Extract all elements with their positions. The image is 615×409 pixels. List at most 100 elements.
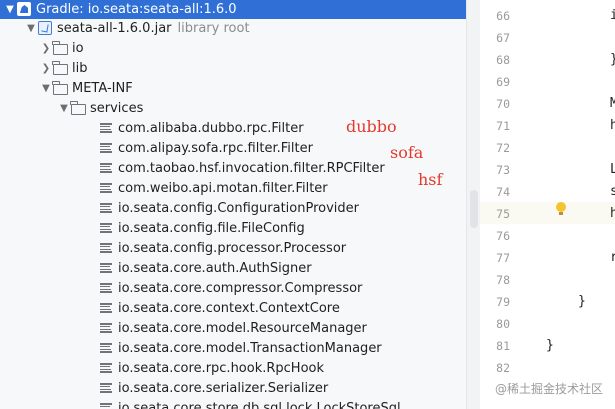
tree-file-label: io.seata.core.model.ResourceManager xyxy=(118,320,367,336)
text-file-icon xyxy=(98,360,114,376)
code-fragment: M xyxy=(610,96,615,111)
line-number: 81 xyxy=(496,339,510,353)
tree-file[interactable]: io.seata.core.store.db.sql.lock.LockStor… xyxy=(0,398,466,409)
line-number: 66 xyxy=(496,9,510,23)
tree-file-label: io.seata.config.file.FileConfig xyxy=(118,220,305,236)
tree-node-meta-inf[interactable]: ▼ META-INF xyxy=(0,78,466,98)
tree-file-label: io.seata.core.rpc.hook.RpcHook xyxy=(118,360,325,376)
tree-file-label: io.seata.core.compressor.Compressor xyxy=(118,280,363,296)
watermark: @稀土掘金技术社区 xyxy=(494,382,603,396)
line-number: 74 xyxy=(496,185,510,199)
gradle-icon xyxy=(16,1,32,17)
line-number: 80 xyxy=(496,317,510,331)
code-fragment: } xyxy=(610,49,615,71)
tree-file-label: io.seata.core.context.ContextCore xyxy=(118,300,340,316)
tree-node-gradle-library[interactable]: ▼ Gradle: io.seata:seata-all:1.6.0 xyxy=(0,0,466,19)
tree-node-jar[interactable]: ▼ seata-all-1.6.0.jar library root xyxy=(0,18,466,38)
line-number: 79 xyxy=(496,295,510,309)
tree-scrollbar[interactable] xyxy=(466,0,480,409)
line-number: 71 xyxy=(496,119,510,133)
line-number: 73 xyxy=(496,163,510,177)
line-number: 75 xyxy=(496,207,510,221)
chevron-down-icon[interactable]: ▼ xyxy=(40,78,52,98)
tree-node-label: META-INF xyxy=(72,80,133,96)
code-fragment: L xyxy=(610,162,615,177)
tree-file[interactable]: io.seata.core.auth.AuthSigner xyxy=(0,258,466,278)
text-file-icon xyxy=(98,400,114,409)
text-file-icon xyxy=(98,120,114,136)
line-number: 70 xyxy=(496,97,510,111)
tree-node-lib[interactable]: ❯ lib xyxy=(0,58,466,78)
library-root-hint: library root xyxy=(177,20,250,36)
tree-node-label: lib xyxy=(72,60,88,76)
tree-file-label: com.taobao.hsf.invocation.filter.RPCFilt… xyxy=(118,160,385,176)
code-fragment: } xyxy=(546,338,554,353)
chevron-right-icon[interactable]: ❯ xyxy=(40,58,52,78)
tree-file-label: com.alibaba.dubbo.rpc.Filter xyxy=(118,120,304,136)
folder-icon xyxy=(52,40,68,56)
text-file-icon xyxy=(98,260,114,276)
code-fragment: h xyxy=(610,206,615,221)
text-file-icon xyxy=(98,280,114,296)
tree-file[interactable]: io.seata.core.compressor.Compressor xyxy=(0,278,466,298)
tree-file[interactable]: io.seata.core.context.ContextCore xyxy=(0,298,466,318)
tree-node-label: seata-all-1.6.0.jar xyxy=(57,20,172,36)
text-file-icon xyxy=(98,340,114,356)
tree-file-label: io.seata.config.ConfigurationProvider xyxy=(118,200,360,216)
tree-file[interactable]: io.seata.config.processor.Processor xyxy=(0,238,466,258)
tree-file[interactable]: io.seata.config.file.FileConfig xyxy=(0,218,466,238)
tree-file[interactable]: io.seata.core.serializer.Serializer xyxy=(0,378,466,398)
project-tree: ▼ Gradle: io.seata:seata-all:1.6.0 ▼ sea… xyxy=(0,0,466,409)
folder-icon xyxy=(52,60,68,76)
line-number: 82 xyxy=(496,361,510,375)
annotation-sofa: sofa xyxy=(390,143,424,162)
line-number: 69 xyxy=(496,75,510,89)
text-file-icon xyxy=(98,200,114,216)
annotation-hsf: hsf xyxy=(418,170,443,189)
chevron-right-icon[interactable]: ❯ xyxy=(40,38,52,58)
code-fragment: s xyxy=(610,184,615,199)
tree-file-label: com.alipay.sofa.rpc.filter.Filter xyxy=(118,140,313,156)
text-file-icon xyxy=(98,160,114,176)
tree-file[interactable]: com.weibo.api.motan.filter.Filter xyxy=(0,178,466,198)
chevron-down-icon[interactable]: ▼ xyxy=(25,18,37,38)
text-file-icon xyxy=(98,220,114,236)
annotation-dubbo: dubbo xyxy=(346,117,397,136)
tree-file[interactable]: io.seata.core.model.ResourceManager xyxy=(0,318,466,338)
tree-file-label: com.weibo.api.motan.filter.Filter xyxy=(118,180,328,196)
code-fragment: r xyxy=(610,250,615,265)
chevron-down-icon[interactable]: ▼ xyxy=(4,0,16,19)
tree-file-label: io.seata.config.processor.Processor xyxy=(118,240,347,256)
code-fragment: h xyxy=(610,118,615,133)
scrollbar-thumb[interactable] xyxy=(470,190,478,228)
tree-file-label: io.seata.core.store.db.sql.lock.LockStor… xyxy=(118,400,401,409)
tree-file-label: io.seata.core.model.TransactionManager xyxy=(118,340,382,356)
chevron-down-icon[interactable]: ▼ xyxy=(58,98,70,118)
text-file-icon xyxy=(98,300,114,316)
line-number: 68 xyxy=(496,53,510,67)
folder-icon xyxy=(52,80,68,96)
line-number: 77 xyxy=(496,251,510,265)
tree-file[interactable]: io.seata.config.ConfigurationProvider xyxy=(0,198,466,218)
line-number: 67 xyxy=(496,31,510,45)
tree-node-services[interactable]: ▼ services xyxy=(0,98,466,118)
code-editor[interactable]: 66 67 68 69 70 71 72 73 74 75 76 77 78 7… xyxy=(480,0,615,409)
code-fragment: } xyxy=(578,294,586,309)
text-file-icon xyxy=(98,240,114,256)
jar-icon xyxy=(37,20,53,36)
tree-node-label: services xyxy=(90,100,144,116)
code-fragment: i xyxy=(610,8,615,23)
text-file-icon xyxy=(98,320,114,336)
tree-node-io[interactable]: ❯ io xyxy=(0,38,466,58)
tree-node-label: io xyxy=(72,40,84,56)
folder-icon xyxy=(70,100,86,116)
tree-file[interactable]: io.seata.core.model.TransactionManager xyxy=(0,338,466,358)
text-file-icon xyxy=(98,180,114,196)
tree-node-label: Gradle: io.seata:seata-all:1.6.0 xyxy=(36,1,237,17)
line-number: 72 xyxy=(496,141,510,155)
tree-file-label: io.seata.core.auth.AuthSigner xyxy=(118,260,312,276)
tree-file-label: io.seata.core.serializer.Serializer xyxy=(118,380,329,396)
text-file-icon xyxy=(98,140,114,156)
tree-file[interactable]: io.seata.core.rpc.hook.RpcHook xyxy=(0,358,466,378)
lightbulb-icon[interactable] xyxy=(555,202,567,217)
